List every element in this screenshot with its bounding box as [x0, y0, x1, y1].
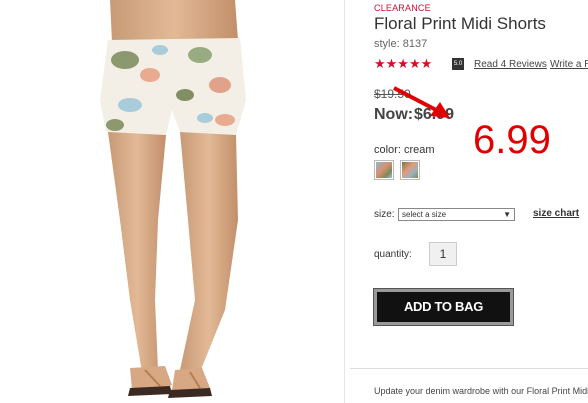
add-to-bag-button[interactable]: ADD TO BAG: [374, 289, 513, 325]
product-description: Update your denim wardrobe with our Flor…: [374, 386, 588, 396]
original-price: $19.50: [374, 87, 411, 101]
sale-price: $6.99: [414, 106, 455, 123]
annotation-price: 6.99: [473, 118, 551, 162]
color-swatch-2[interactable]: [400, 160, 420, 180]
product-info: CLEARANCE Floral Print Midi Shorts style…: [374, 0, 588, 403]
rating-stars-icon: ★★★★★: [374, 56, 433, 71]
write-review-link[interactable]: Write a Review: [550, 59, 588, 70]
chevron-down-icon: ▼: [503, 210, 511, 219]
size-select[interactable]: select a size ▼: [398, 208, 515, 221]
rating-value: 5.0: [452, 58, 464, 70]
style-number: style: 8137: [374, 38, 428, 50]
size-label: size:: [374, 209, 395, 220]
read-reviews-link[interactable]: Read 4 Reviews: [474, 59, 547, 70]
quantity-input[interactable]: 1: [429, 242, 457, 266]
product-title: Floral Print Midi Shorts: [374, 14, 546, 33]
divider: [350, 368, 588, 369]
now-label: Now:: [374, 106, 414, 123]
color-swatch-1[interactable]: [374, 160, 394, 180]
quantity-label: quantity:: [374, 249, 412, 260]
model-photo: [100, 0, 246, 398]
size-chart-link[interactable]: size chart: [533, 208, 579, 219]
color-label: color: cream: [374, 144, 435, 156]
size-select-value: select a size: [402, 210, 447, 219]
clearance-badge: CLEARANCE: [374, 3, 431, 13]
product-image[interactable]: [0, 0, 345, 403]
